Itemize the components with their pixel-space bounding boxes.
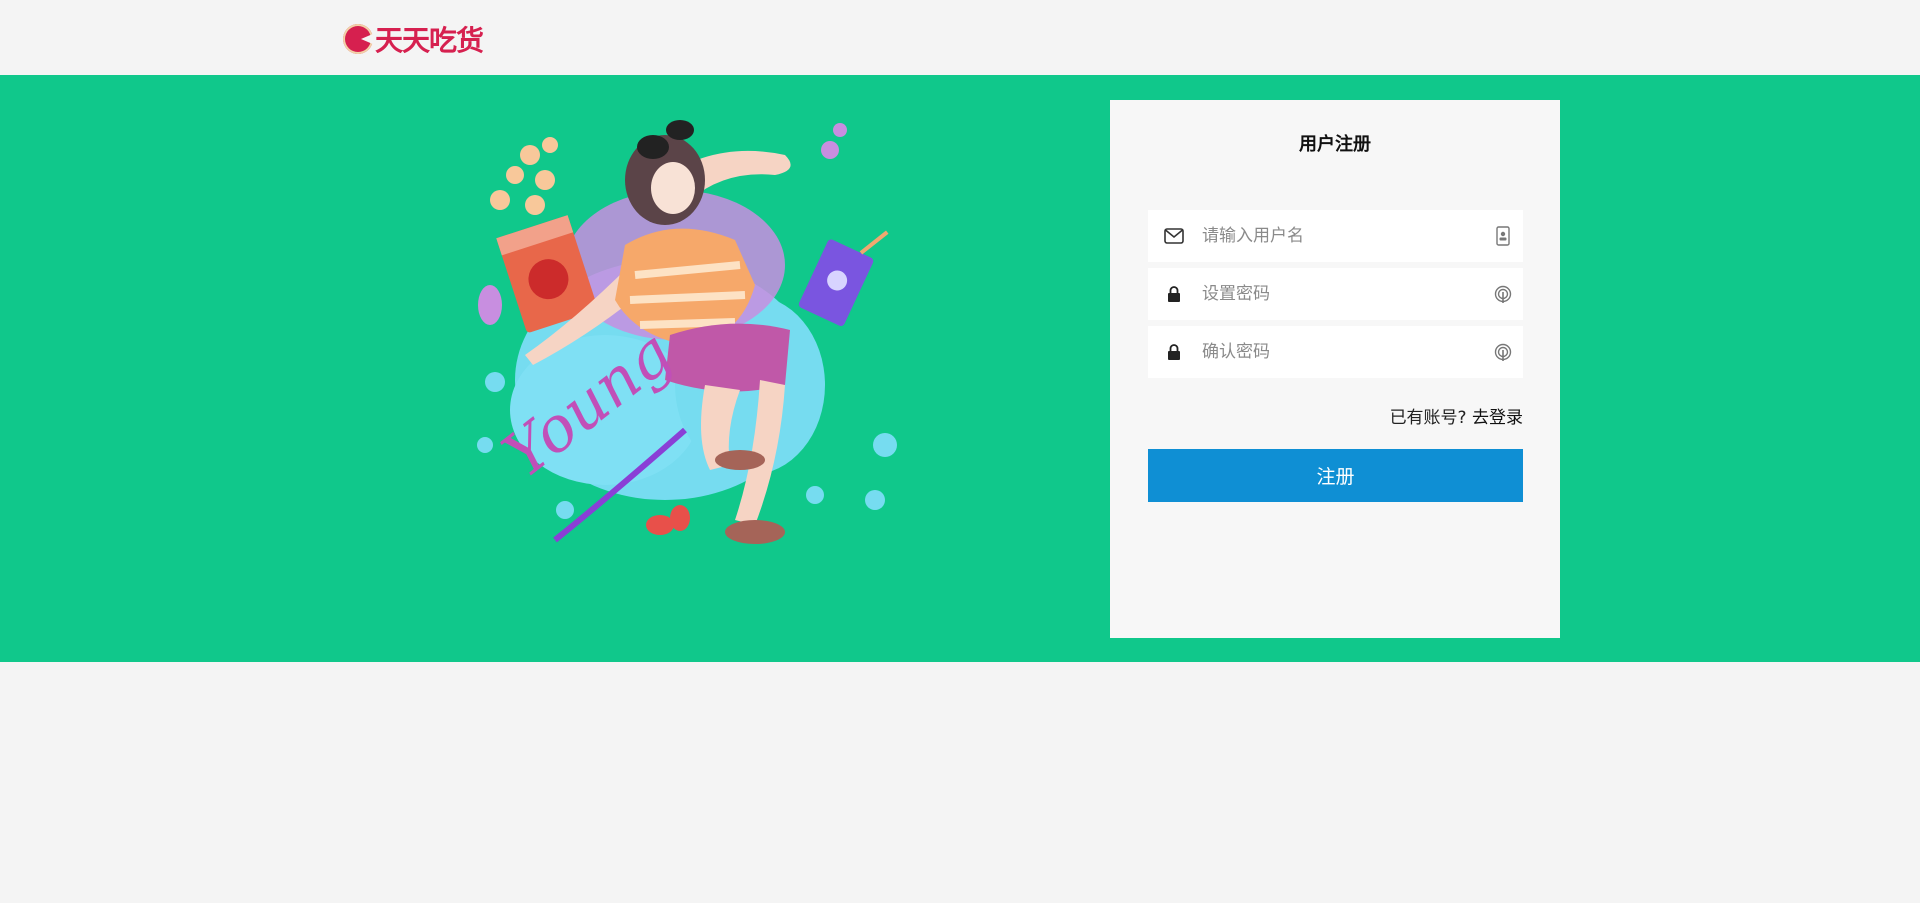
password-input[interactable] — [1200, 273, 1483, 315]
contact-card-icon[interactable] — [1483, 210, 1523, 262]
girl-face — [651, 162, 695, 214]
purple-dot — [833, 123, 847, 137]
blue-dot — [806, 486, 824, 504]
fingerprint-icon[interactable] — [1483, 326, 1523, 378]
register-banner: Young 用户注册 请输入用户名 已有账号? 去登录 注册 — [0, 75, 1920, 662]
girl-shoe — [715, 450, 765, 470]
girl-with-snacks-illustration: Young — [477, 120, 897, 544]
popcorn — [506, 166, 524, 184]
blue-dot — [485, 372, 505, 392]
popcorn — [520, 145, 540, 165]
lock-icon — [1148, 326, 1200, 378]
logo-text: 天天吃货 — [375, 24, 484, 57]
girl-shorts — [665, 323, 790, 392]
confirm-password-input[interactable] — [1200, 331, 1483, 373]
blue-dot — [556, 501, 574, 519]
logo[interactable]: 天天吃货 — [343, 22, 484, 57]
purple-dot — [478, 285, 502, 325]
blue-dot — [873, 433, 897, 457]
juice-box — [798, 230, 889, 326]
girl-shoe — [725, 520, 785, 544]
top-header: 天天吃货 — [0, 0, 1920, 75]
envelope-icon — [1148, 210, 1200, 262]
red-leaf — [646, 515, 674, 535]
lock-icon — [1148, 268, 1200, 320]
fingerprint-icon[interactable] — [1483, 268, 1523, 320]
girl-sunglasses — [637, 135, 669, 159]
register-title: 用户注册 — [1299, 134, 1371, 155]
popcorn — [542, 137, 558, 153]
logo-mark-icon — [343, 24, 373, 54]
red-leaf — [670, 505, 690, 531]
go-login-link[interactable]: 去登录 — [1472, 408, 1523, 428]
password-field[interactable] — [1148, 268, 1523, 320]
popcorn — [535, 170, 555, 190]
popcorn — [490, 190, 510, 210]
blue-dot — [865, 490, 885, 510]
username-input[interactable] — [1200, 215, 1483, 257]
purple-dot — [821, 141, 839, 159]
confirm-password-field[interactable] — [1148, 326, 1523, 378]
blue-dot — [477, 437, 493, 453]
username-field[interactable] — [1148, 210, 1523, 262]
girl-sunglasses — [666, 120, 694, 140]
login-link-row: 已有账号? 去登录 — [1390, 403, 1523, 428]
register-button[interactable]: 注册 — [1148, 449, 1523, 502]
popcorn — [525, 195, 545, 215]
register-card: 用户注册 请输入用户名 已有账号? 去登录 注册 — [1110, 100, 1560, 638]
has-account-text: 已有账号? — [1389, 408, 1467, 428]
